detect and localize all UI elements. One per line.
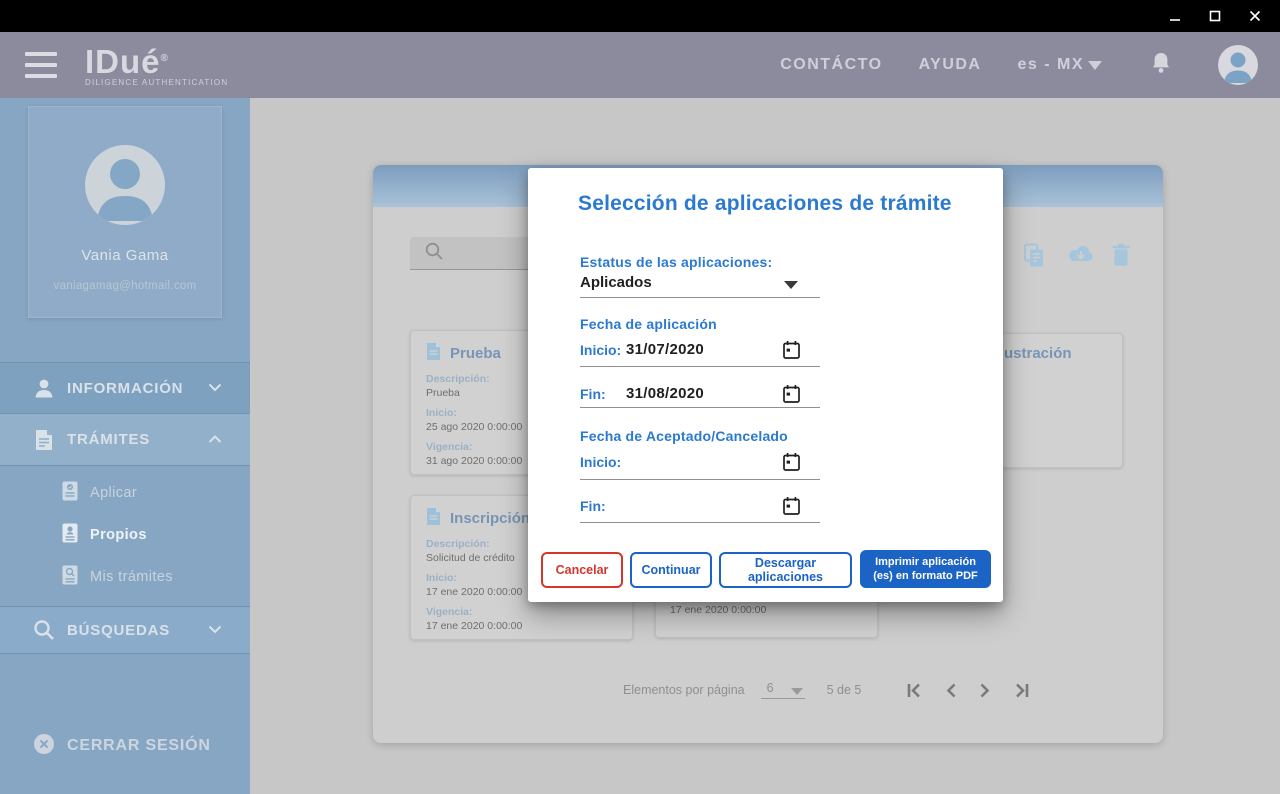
- logout-button[interactable]: CERRAR SESIÓN: [0, 726, 250, 766]
- card-person-icon: [62, 523, 78, 548]
- fin-aplicacion-field[interactable]: Fin: 31/08/2020: [580, 384, 820, 408]
- card-title: ustración: [1004, 345, 1072, 362]
- sidebar-subitem-label: Mis trámites: [90, 569, 173, 585]
- last-page-icon[interactable]: [1013, 682, 1030, 699]
- fin-aceptado-field[interactable]: Fin:: [580, 496, 820, 523]
- print-pdf-button[interactable]: Imprimir aplicación (es) en formato PDF: [860, 550, 991, 588]
- dialog-title: Selección de aplicaciones de trámite: [578, 192, 952, 216]
- prev-page-icon[interactable]: [945, 682, 957, 699]
- next-page-icon[interactable]: [979, 682, 991, 699]
- page-size-label: Elementos por página: [623, 683, 745, 697]
- profile-email: vaniagamag@hotmail.com: [29, 280, 221, 292]
- cloud-download-icon[interactable]: [1067, 243, 1091, 267]
- card-vigencia-value: 17 ene 2020 0:00:00: [670, 604, 766, 616]
- chevron-down-icon: [791, 688, 803, 695]
- calendar-icon[interactable]: [782, 340, 801, 365]
- maximize-icon[interactable]: [1204, 5, 1226, 27]
- profile-name: Vania Gama: [29, 247, 221, 264]
- download-applications-button[interactable]: Descargar aplicaciones: [719, 552, 852, 588]
- chevron-down-icon: [208, 621, 222, 639]
- chevron-down-icon: [208, 379, 222, 397]
- contact-link[interactable]: CONTÁCTO: [780, 56, 882, 74]
- fecha-aceptado-label: Fecha de Aceptado/Cancelado: [580, 428, 788, 444]
- sidebar-item-label: BÚSQUEDAS: [67, 622, 170, 639]
- page-range: 5 de 5: [827, 683, 862, 697]
- profile-card: Vania Gama vaniagamag@hotmail.com: [28, 106, 222, 318]
- calendar-icon[interactable]: [782, 496, 801, 521]
- notifications-bell-icon[interactable]: [1150, 51, 1172, 80]
- help-link[interactable]: AYUDA: [919, 56, 982, 74]
- search-icon: [33, 619, 55, 641]
- os-titlebar: [0, 0, 1280, 32]
- close-icon[interactable]: [1244, 5, 1266, 27]
- chevron-down-icon: [784, 281, 798, 289]
- user-avatar[interactable]: [1218, 45, 1258, 85]
- person-icon: [33, 377, 55, 399]
- page-size-value: 6: [767, 681, 774, 695]
- calendar-icon[interactable]: [782, 452, 801, 477]
- profile-avatar: [85, 145, 165, 225]
- card-vigencia-label: Vigencia:: [426, 606, 617, 618]
- app-logo: IDué® DILIGENCE AUTHENTICATION: [85, 44, 228, 87]
- fin-label: Fin:: [580, 498, 606, 514]
- app-window: IDué® DILIGENCE AUTHENTICATION CONTÁCTO …: [0, 0, 1280, 794]
- estatus-select[interactable]: Aplicados: [580, 272, 820, 298]
- search-icon: [424, 241, 444, 266]
- pagination-buttons: [906, 682, 1030, 699]
- app-header: IDué® DILIGENCE AUTHENTICATION CONTÁCTO …: [0, 32, 1280, 98]
- sidebar-item-label: INFORMACIÓN: [67, 380, 183, 397]
- sidebar-item-label: TRÁMITES: [67, 431, 150, 448]
- chevron-up-icon: [208, 431, 222, 449]
- copy-icon[interactable]: [1023, 243, 1047, 267]
- logout-label: CERRAR SESIÓN: [67, 737, 211, 755]
- registered-mark: ®: [161, 53, 169, 64]
- sidebar-item-busquedas[interactable]: BÚSQUEDAS: [0, 606, 250, 654]
- sidebar-item-informacion[interactable]: INFORMACIÓN: [0, 362, 250, 414]
- sidebar-subitem-label: Propios: [90, 527, 147, 543]
- sidebar-subitem-mis-tramites[interactable]: Mis trámites: [0, 560, 250, 594]
- page-size-select[interactable]: 6: [761, 681, 805, 699]
- fin-label: Fin:: [580, 386, 606, 402]
- menu-icon[interactable]: [25, 52, 57, 78]
- continue-button[interactable]: Continuar: [630, 552, 712, 588]
- pagination: Elementos por página 6 5 de 5: [623, 681, 1030, 699]
- logo-subtitle: DILIGENCE AUTHENTICATION: [85, 78, 228, 87]
- document-icon: [33, 429, 55, 451]
- seleccion-aplicaciones-dialog: Selección de aplicaciones de trámite Est…: [528, 168, 1003, 602]
- card-search-icon: [62, 565, 78, 590]
- document-icon: [426, 342, 441, 365]
- fin-value: 31/08/2020: [626, 385, 704, 402]
- sidebar-subitem-propios[interactable]: Propios: [0, 518, 250, 552]
- inicio-aplicacion-field[interactable]: Inicio: 31/07/2020: [580, 340, 820, 367]
- inicio-label: Inicio:: [580, 454, 621, 470]
- sidebar: Vania Gama vaniagamag@hotmail.com INFORM…: [0, 98, 250, 794]
- sidebar-item-tramites[interactable]: TRÁMITES: [0, 414, 250, 466]
- inicio-label: Inicio:: [580, 342, 621, 358]
- estatus-value: Aplicados: [580, 274, 652, 291]
- card-vigencia-value: 17 ene 2020 0:00:00: [426, 620, 617, 632]
- panel-actions: [1023, 243, 1135, 267]
- trash-icon[interactable]: [1111, 243, 1135, 267]
- sidebar-subitem-label: Aplicar: [90, 485, 137, 501]
- calendar-icon[interactable]: [782, 384, 801, 409]
- minimize-icon[interactable]: [1164, 5, 1186, 27]
- card-title-row: ustración: [1004, 345, 1107, 362]
- first-page-icon[interactable]: [906, 682, 923, 699]
- card-check-icon: [62, 481, 78, 506]
- logo-title: IDué®: [85, 44, 228, 77]
- card-title: Prueba: [450, 345, 501, 362]
- estatus-label: Estatus de las aplicaciones:: [580, 254, 772, 270]
- sidebar-subitem-aplicar[interactable]: Aplicar: [0, 476, 250, 510]
- close-circle-icon: [33, 733, 55, 760]
- inicio-value: 31/07/2020: [626, 341, 704, 358]
- cancel-button[interactable]: Cancelar: [541, 552, 623, 588]
- header-nav: CONTÁCTO AYUDA es - MX: [780, 45, 1280, 85]
- document-icon: [426, 507, 441, 530]
- locale-select[interactable]: es - MX: [1017, 56, 1102, 74]
- chevron-down-icon: [1088, 61, 1102, 70]
- locale-label: es - MX: [1017, 56, 1084, 74]
- fecha-aplicacion-label: Fecha de aplicación: [580, 316, 717, 332]
- inicio-aceptado-field[interactable]: Inicio:: [580, 452, 820, 480]
